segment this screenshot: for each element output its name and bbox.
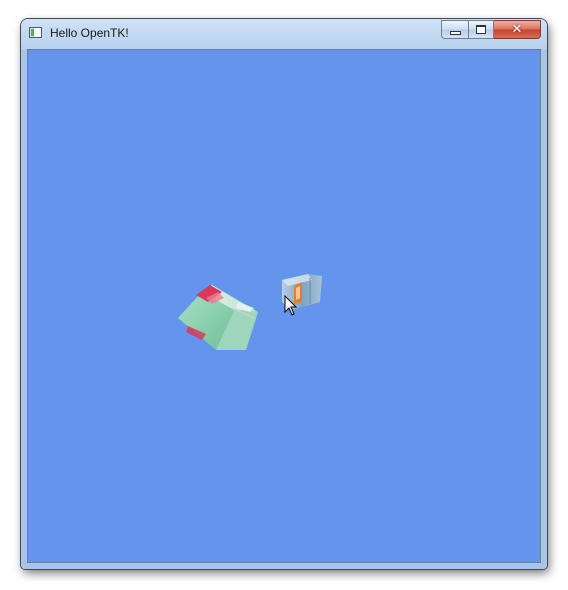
large-textured-cube bbox=[178, 285, 258, 350]
title-bar[interactable]: Hello OpenTK! ✕ bbox=[21, 19, 547, 49]
minimize-icon bbox=[449, 30, 461, 35]
arrow-cursor-icon bbox=[284, 295, 298, 316]
render-canvas[interactable] bbox=[27, 49, 541, 563]
maximize-icon bbox=[476, 25, 486, 34]
maximize-button[interactable] bbox=[468, 20, 494, 39]
app-window-icon[interactable] bbox=[29, 27, 42, 38]
close-button[interactable]: ✕ bbox=[494, 20, 541, 39]
window-title: Hello OpenTK! bbox=[50, 26, 129, 40]
minimize-button[interactable] bbox=[441, 20, 468, 39]
caption-buttons: ✕ bbox=[441, 20, 541, 39]
app-window: Hello OpenTK! ✕ bbox=[21, 19, 547, 569]
close-icon: ✕ bbox=[511, 22, 523, 37]
